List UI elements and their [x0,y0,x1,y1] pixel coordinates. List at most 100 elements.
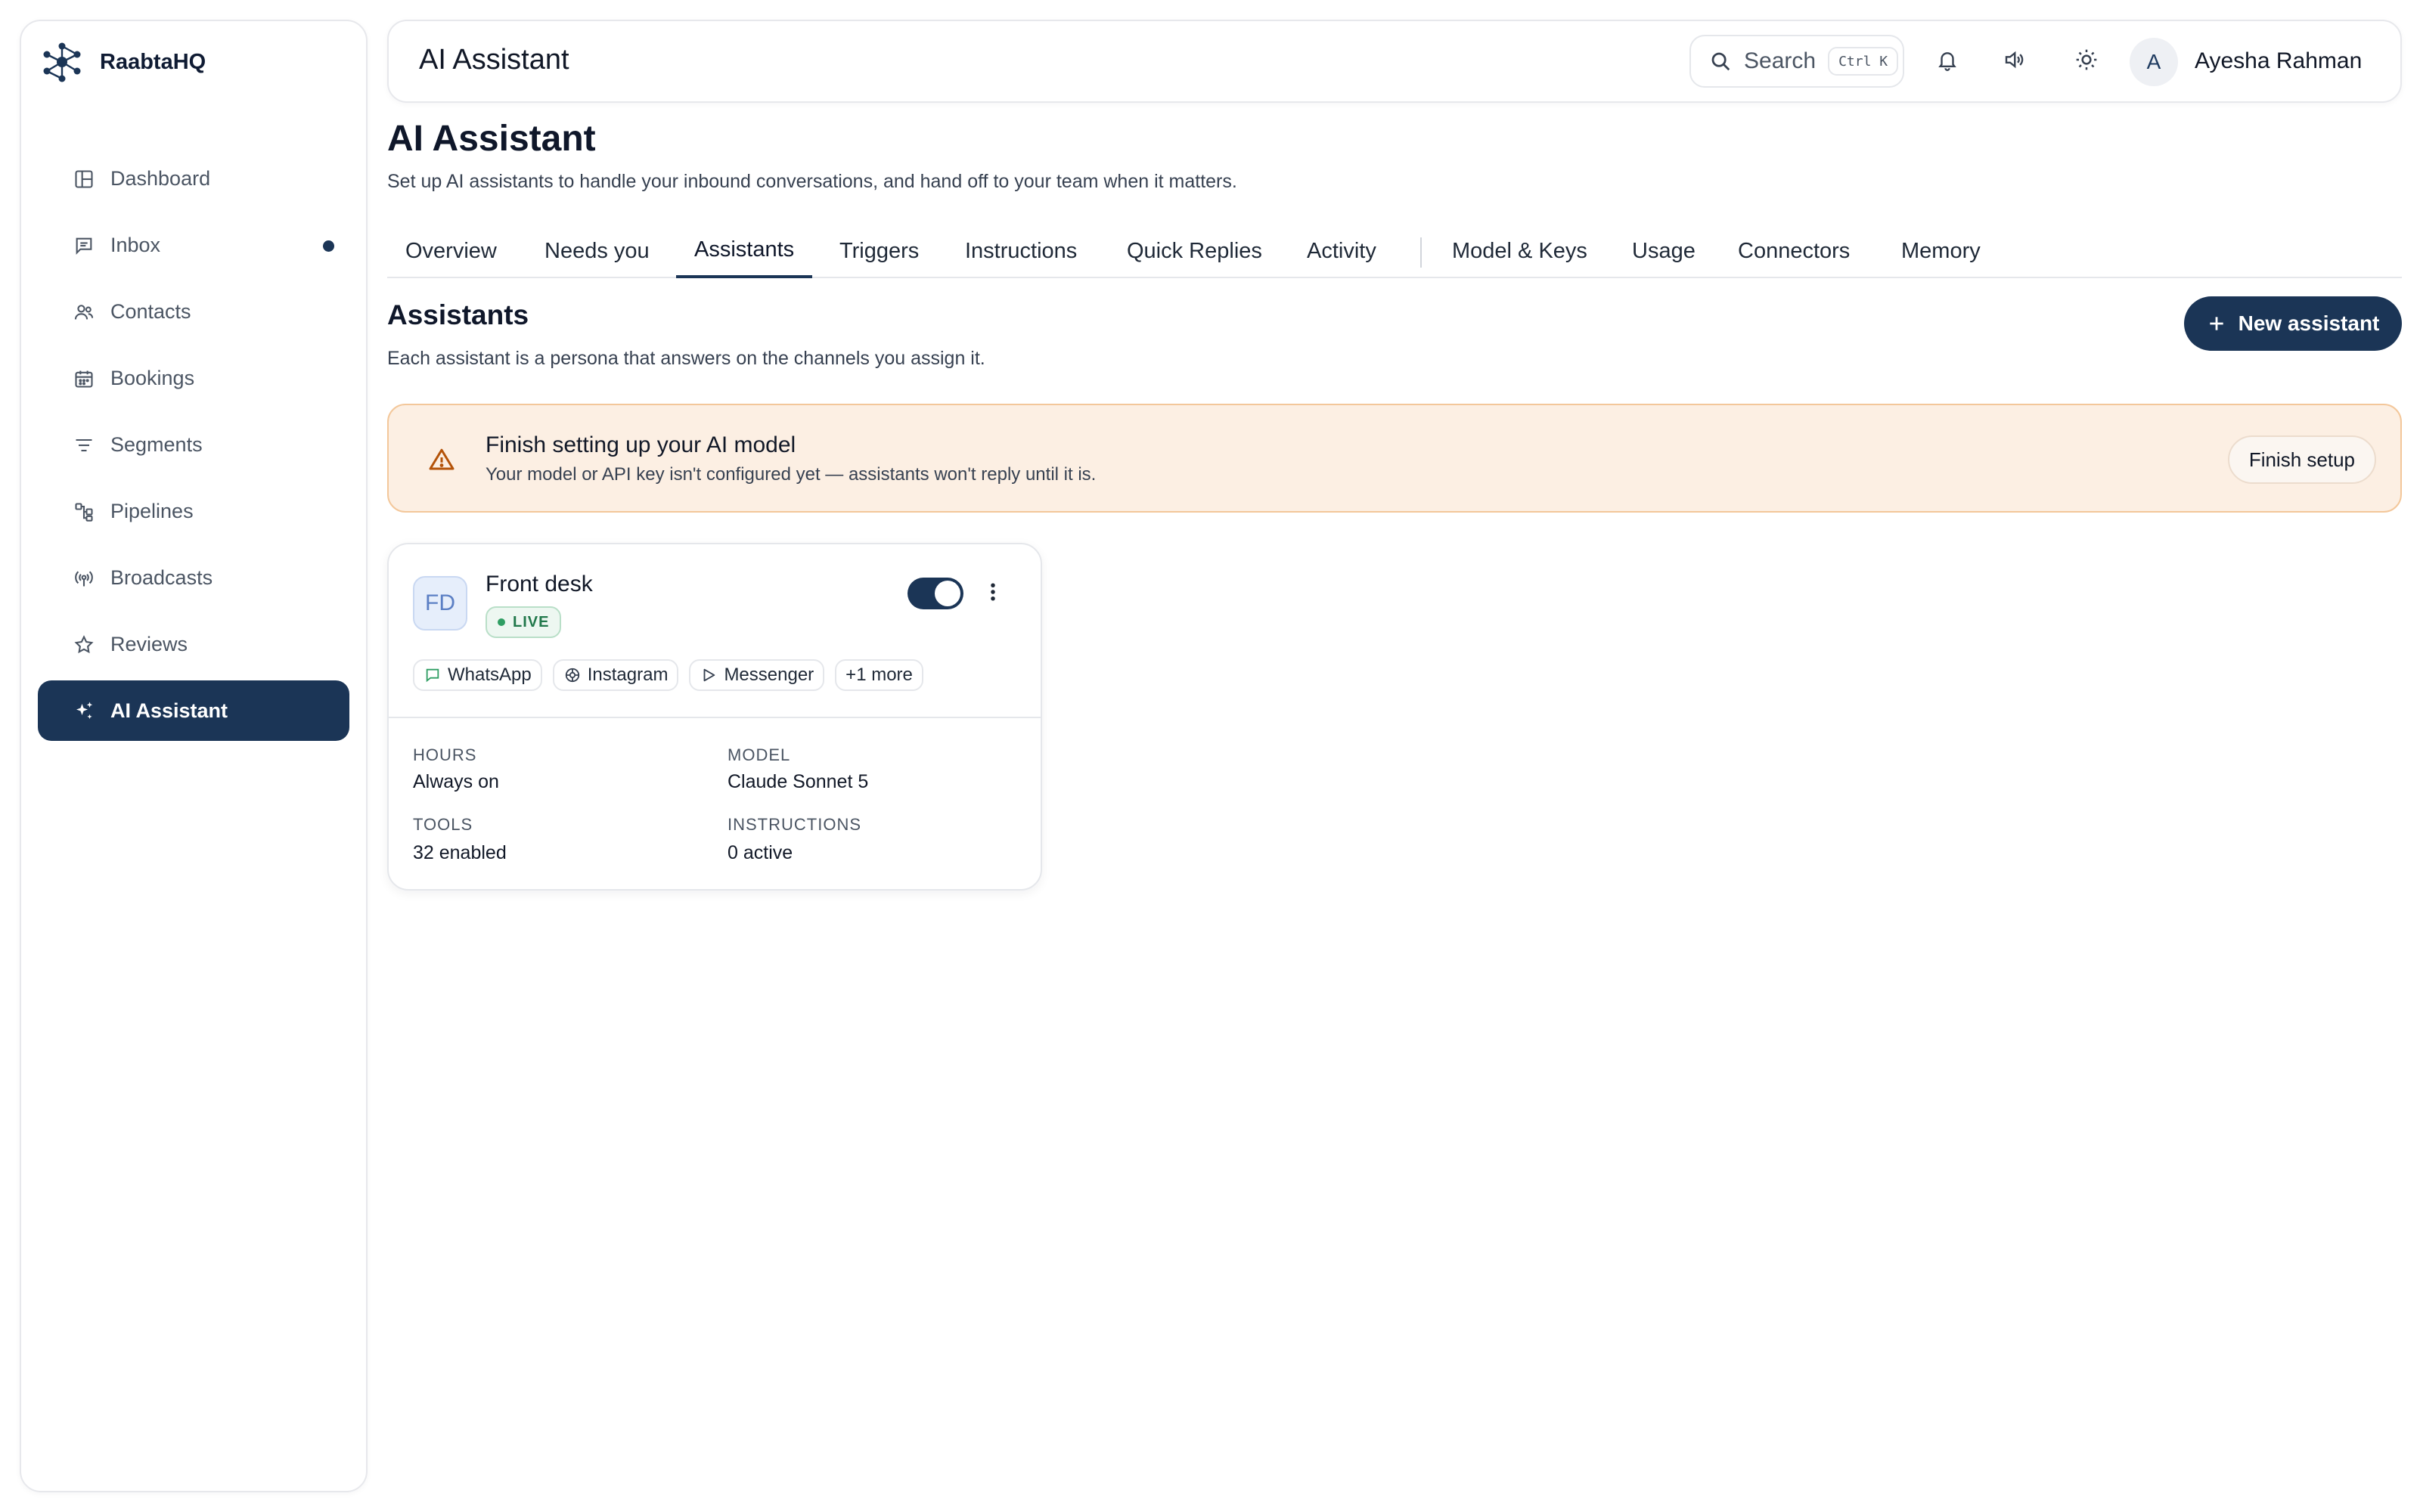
sidebar-item-label: AI Assistant [110,699,228,722]
avatar[interactable]: A [2130,38,2178,86]
sidebar-item-pipelines[interactable]: Pipelines [38,481,349,541]
sidebar-item-label: Pipelines [110,499,194,522]
plus-icon [2207,314,2226,333]
assistant-name: Front desk [486,572,593,596]
channel-label: Messenger [724,665,814,685]
live-dot [498,618,505,626]
instagram-icon [563,666,582,684]
page-subtitle: Set up AI assistants to handle your inbo… [387,171,1237,192]
sidebar-item-label: Broadcasts [110,565,213,589]
tools-value: 32 enabled [413,842,507,863]
channel-chip-whatsapp: WhatsApp [413,659,542,691]
tab-overview[interactable]: Overview [405,224,497,278]
search-icon [1708,48,1733,74]
setup-alert: Finish setting up your AI model Your mod… [387,404,2402,513]
channel-chip-messenger: Messenger [689,659,825,691]
header-title: AI Assistant [419,44,569,76]
sidebar: RaabtaHQ Dashboard Inbox Contacts Bookin… [20,20,368,1492]
users-icon [73,301,95,324]
hours-label: HOURS [413,745,477,764]
sound-button[interactable] [1996,44,2031,79]
star-icon [73,634,95,656]
channel-chip-instagram: Instagram [552,659,679,691]
warning-triangle-icon [428,446,455,473]
sidebar-item-label: Inbox [110,233,161,256]
channel-chip-more[interactable]: +1 more [835,659,923,691]
chat-bubble-icon [424,666,442,684]
network-logo-icon [39,39,85,85]
finish-setup-button[interactable]: Finish setup [2227,435,2376,484]
tab-instructions[interactable]: Instructions [965,224,1077,278]
calendar-icon [73,367,95,390]
pipeline-icon [73,500,95,523]
page-title: AI Assistant [387,119,596,159]
instructions-value: 0 active [728,842,793,863]
search-shortcut: Ctrl K [1828,47,1899,76]
model-value: Claude Sonnet 5 [728,771,869,792]
tab-activity[interactable]: Activity [1307,224,1376,278]
kebab-menu-icon [989,581,997,607]
alert-title: Finish setting up your AI model [486,432,796,457]
brand[interactable]: RaabtaHQ [39,39,206,85]
channel-label: +1 more [845,665,913,685]
channel-label: Instagram [587,665,669,685]
tab-bar: Overview Needs you Assistants Triggers I… [387,224,2402,278]
tab-needs-you[interactable]: Needs you [544,224,650,278]
bell-icon [1936,48,1959,75]
theme-toggle-button[interactable] [2069,44,2104,79]
tab-assistants[interactable]: Assistants [676,224,813,278]
sidebar-item-dashboard[interactable]: Dashboard [38,148,349,209]
search-label: Search [1744,48,1817,73]
user-name[interactable]: Ayesha Rahman [2195,48,2362,74]
search-button[interactable]: Search Ctrl K [1689,35,1904,88]
sidebar-item-reviews[interactable]: Reviews [38,614,349,674]
broadcast-icon [73,567,95,590]
sidebar-item-ai-assistant[interactable]: AI Assistant [38,680,349,741]
tools-label: TOOLS [413,815,473,834]
sidebar-item-label: Dashboard [110,166,211,190]
tab-connectors[interactable]: Connectors [1738,224,1850,278]
assistant-enabled-toggle[interactable] [908,578,963,609]
sidebar-item-segments[interactable]: Segments [38,414,349,475]
top-header: AI Assistant Search Ctrl K A Ayesha Rahm… [387,20,2402,103]
status-badge: LIVE [486,606,562,638]
tab-triggers[interactable]: Triggers [839,224,919,278]
sidebar-item-broadcasts[interactable]: Broadcasts [38,547,349,608]
channel-chips: WhatsApp Instagram Messenger +1 more [413,659,934,691]
tab-divider [1420,237,1422,268]
notifications-button[interactable] [1930,44,1965,79]
new-assistant-label: New assistant [2238,311,2380,335]
sidebar-item-label: Segments [110,432,203,456]
assistant-avatar: FD [413,576,467,631]
sparkles-icon [73,700,95,723]
assistant-card[interactable]: FD Front desk LIVE WhatsApp Instagram Me… [387,543,1042,891]
tab-model-keys[interactable]: Model & Keys [1452,224,1587,278]
channel-label: WhatsApp [448,665,532,685]
card-divider [389,717,1041,718]
tab-usage[interactable]: Usage [1632,224,1696,278]
layout-icon [73,168,95,191]
section-title: Assistants [387,299,529,330]
status-label: LIVE [513,613,550,631]
sidebar-item-label: Contacts [110,299,191,323]
filter-icon [73,434,95,457]
sidebar-item-contacts[interactable]: Contacts [38,281,349,342]
unread-dot [323,240,334,252]
section-subtitle: Each assistant is a persona that answers… [387,348,985,369]
sidebar-item-inbox[interactable]: Inbox [38,215,349,275]
tab-memory[interactable]: Memory [1901,224,1981,278]
alert-text: Your model or API key isn't configured y… [486,464,1097,485]
more-options-button[interactable] [982,579,1004,608]
tab-quick-replies[interactable]: Quick Replies [1127,224,1262,278]
hours-value: Always on [413,771,499,792]
speaker-icon [2003,48,2025,75]
toggle-knob [935,581,960,606]
instructions-label: INSTRUCTIONS [728,815,861,834]
sidebar-item-label: Bookings [110,366,195,389]
sidebar-item-bookings[interactable]: Bookings [38,348,349,408]
new-assistant-button[interactable]: New assistant [2184,296,2402,351]
sidebar-item-label: Reviews [110,632,188,655]
brand-name: RaabtaHQ [100,49,206,74]
sun-icon [2074,48,2099,76]
message-icon [73,234,95,257]
